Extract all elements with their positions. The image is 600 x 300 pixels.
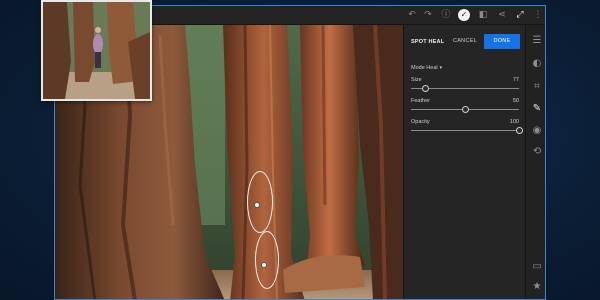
mode-dropdown-label: Mode Heal: [411, 65, 438, 71]
radial-icon[interactable]: ◉: [531, 125, 543, 137]
cancel-button[interactable]: CANCEL: [449, 35, 481, 48]
opacity-slider-thumb[interactable]: [515, 127, 523, 134]
feather-slider-value: 50: [512, 98, 519, 104]
feather-slider[interactable]: [411, 106, 519, 113]
heal-spot-target-pin[interactable]: [261, 262, 267, 268]
mode-dropdown[interactable]: Mode Heal ▾: [411, 65, 442, 71]
size-slider-thumb[interactable]: [421, 85, 429, 92]
heal-spot-source[interactable]: [247, 171, 273, 233]
thumbnail-photo: [43, 2, 150, 99]
undo-icon[interactable]: ↶: [406, 9, 418, 21]
redo-icon[interactable]: ↷: [422, 9, 434, 21]
star-icon[interactable]: ★: [531, 281, 543, 293]
presets-icon[interactable]: ◐: [531, 58, 543, 70]
check-icon[interactable]: ✓: [458, 9, 470, 21]
size-slider-label: Size: [411, 77, 422, 83]
size-slider[interactable]: [411, 85, 519, 92]
sliders-icon[interactable]: ☰: [531, 35, 543, 47]
brush-icon[interactable]: ✎: [531, 103, 543, 115]
opacity-slider[interactable]: [411, 127, 523, 134]
panel-title: SPOT HEAL: [411, 39, 445, 45]
crop-icon[interactable]: ⌗: [531, 81, 543, 93]
size-slider-value: 77: [512, 77, 519, 83]
phone-preview-thumbnail: [41, 0, 152, 101]
spot-heal-panel: SPOT HEAL CANCEL DONE Mode Heal ▾ Size 77…: [403, 25, 525, 299]
feather-slider-thumb[interactable]: [461, 106, 469, 113]
feather-slider-label: Feather: [411, 98, 430, 104]
chevron-down-icon: ▾: [439, 65, 443, 71]
share-icon[interactable]: ⋖: [496, 9, 508, 21]
heal-spot-target[interactable]: [255, 231, 279, 289]
history-icon[interactable]: ⟲: [531, 146, 543, 158]
tool-rail: ☰ ◐ ⌗ ✎ ◉ ⟲ ▭ ★: [525, 25, 545, 299]
done-button[interactable]: DONE: [484, 34, 520, 49]
compare-icon[interactable]: ◧: [477, 9, 489, 21]
expand-icon[interactable]: ⤢: [514, 9, 526, 21]
comment-icon[interactable]: ▭: [531, 261, 543, 273]
opacity-slider-value: 100: [509, 119, 519, 125]
info-icon[interactable]: ⓘ: [440, 9, 452, 21]
heal-spot-source-pin[interactable]: [254, 202, 260, 208]
opacity-slider-label: Opacity: [411, 119, 430, 125]
more-icon[interactable]: ⋮: [532, 9, 544, 21]
